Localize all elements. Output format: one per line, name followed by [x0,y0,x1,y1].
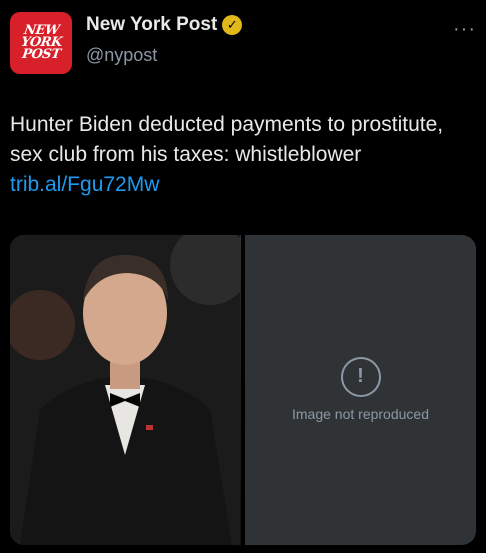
withheld-notice: ! Image not reproduced [286,356,436,424]
hidden-image-icon: ! [340,356,381,397]
name-row: New York Post ✓ [86,14,243,36]
withheld-label: Image not reproduced [292,405,429,422]
account-name[interactable]: New York Post [86,14,217,36]
tweet-header: NEW YORK POST New York Post ✓ @nypost ··… [10,12,476,76]
media-photo-right-placeholder[interactable]: ! Image not reproduced [245,235,476,545]
tweet-media[interactable]: ! Image not reproduced [10,235,476,545]
account-handle[interactable]: @nypost [86,45,157,66]
more-options-icon[interactable]: ··· [453,18,476,41]
tweet-text: Hunter Biden deducted payments to prosti… [10,110,476,200]
avatar-line-3: POST [20,47,62,62]
checkmark-badge-icon: ✓ [222,15,243,35]
media-photo-left[interactable] [10,235,241,545]
portrait-illustration [10,235,241,545]
nypost-avatar[interactable]: NEW YORK POST [10,12,72,74]
tweet-body: Hunter Biden deducted payments to prosti… [10,113,444,166]
tweet-link[interactable]: trib.al/Fgu72Mw [10,173,159,196]
